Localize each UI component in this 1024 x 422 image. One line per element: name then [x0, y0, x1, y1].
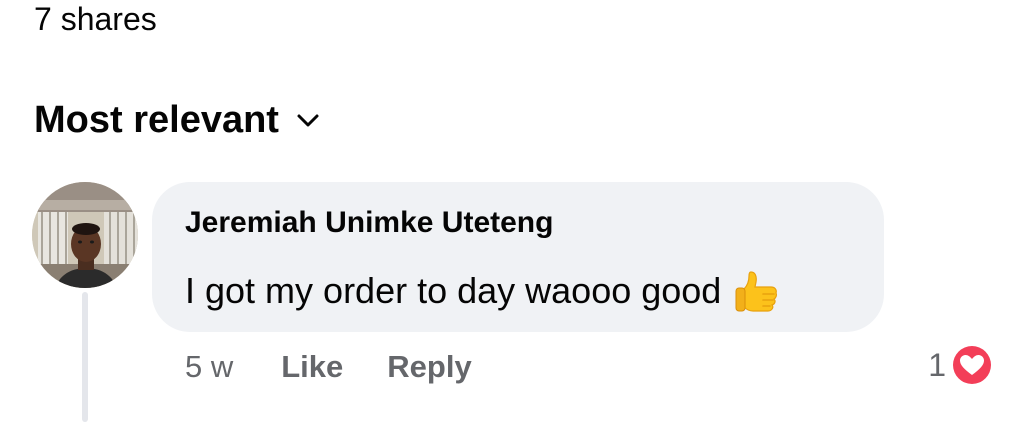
avatar[interactable]	[32, 182, 138, 288]
sort-label: Most relevant	[34, 99, 279, 141]
comment-body: I got my order to day waooo good	[185, 268, 779, 314]
shares-count[interactable]: 7 shares	[34, 0, 157, 38]
avatar-photo	[32, 182, 138, 288]
sort-dropdown[interactable]: Most relevant	[34, 98, 321, 142]
reaction-count: 1	[928, 346, 946, 383]
reply-button[interactable]: Reply	[387, 348, 471, 386]
like-button[interactable]: Like	[281, 348, 343, 386]
comment-actions: 5 w Like Reply	[185, 348, 472, 386]
thumbs-up-icon	[735, 271, 778, 312]
comment-text: I got my order to day waooo good	[185, 270, 722, 311]
comment-author[interactable]: Jeremiah Unimke Uteteng	[185, 204, 553, 242]
thread-line	[82, 292, 88, 422]
comment-bubble: Jeremiah Unimke Uteteng I got my order t…	[152, 182, 884, 332]
comment-timestamp[interactable]: 5 w	[185, 348, 233, 386]
heart-reaction-icon	[951, 344, 993, 386]
reaction-summary[interactable]: 1	[928, 343, 994, 387]
chevron-down-icon	[297, 114, 319, 127]
